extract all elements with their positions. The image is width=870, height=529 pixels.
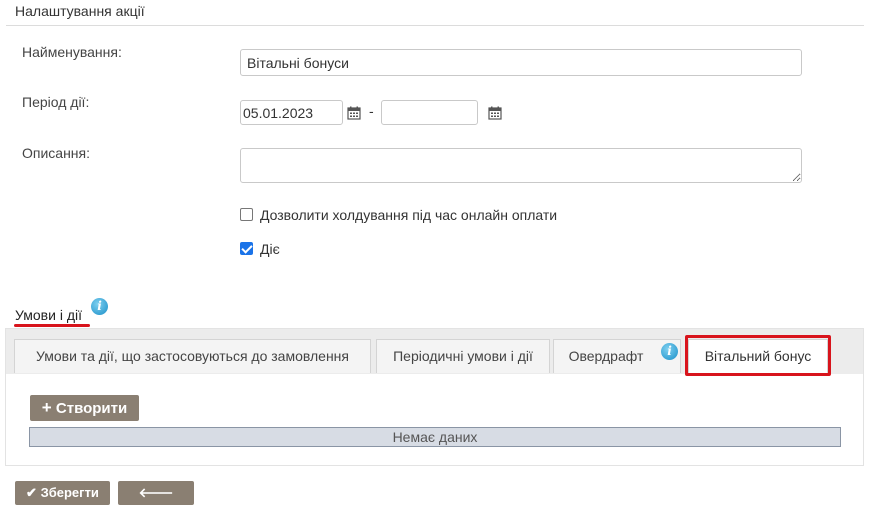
name-label: Найменування: xyxy=(22,44,122,60)
info-icon[interactable]: i xyxy=(661,343,678,360)
save-button-label: Зберегти xyxy=(40,485,99,500)
tab-periodic-conditions[interactable]: Періодичні умови і дії xyxy=(376,339,550,373)
active-checkbox[interactable] xyxy=(240,242,253,255)
section-title: Налаштування акції xyxy=(15,3,145,19)
create-button-label: Створити xyxy=(55,400,128,417)
calendar-icon[interactable] xyxy=(347,106,361,120)
highlight-box xyxy=(685,335,831,376)
check-icon: ✔ xyxy=(26,485,37,500)
plus-icon: + xyxy=(41,398,52,417)
info-icon[interactable]: i xyxy=(91,298,108,315)
description-label: Описання: xyxy=(22,145,91,161)
name-input[interactable] xyxy=(240,49,802,76)
description-textarea[interactable] xyxy=(240,148,802,183)
allow-hold-checkbox[interactable] xyxy=(240,208,253,221)
period-start-input[interactable] xyxy=(240,100,343,125)
period-label: Період дії: xyxy=(22,94,90,110)
title-underline xyxy=(14,324,90,327)
allow-hold-label[interactable]: Дозволити холдування під час онлайн опла… xyxy=(260,207,557,223)
save-button[interactable]: ✔ Зберегти xyxy=(15,481,110,505)
back-button-label: Назад xyxy=(136,509,176,524)
calendar-icon[interactable] xyxy=(488,106,502,120)
arrow-left-icon: 🡐 xyxy=(138,485,174,500)
period-separator: - xyxy=(369,103,374,119)
active-label[interactable]: Діє xyxy=(260,241,280,257)
create-button[interactable]: + Створити xyxy=(30,395,139,421)
back-button[interactable]: 🡐 Назад xyxy=(118,481,194,524)
tab-order-conditions[interactable]: Умови та дії, що застосовуються до замов… xyxy=(14,339,371,373)
divider xyxy=(6,25,864,26)
conditions-title: Умови і дії xyxy=(15,307,82,323)
empty-state: Немає даних xyxy=(29,427,841,447)
period-end-input[interactable] xyxy=(381,100,478,125)
